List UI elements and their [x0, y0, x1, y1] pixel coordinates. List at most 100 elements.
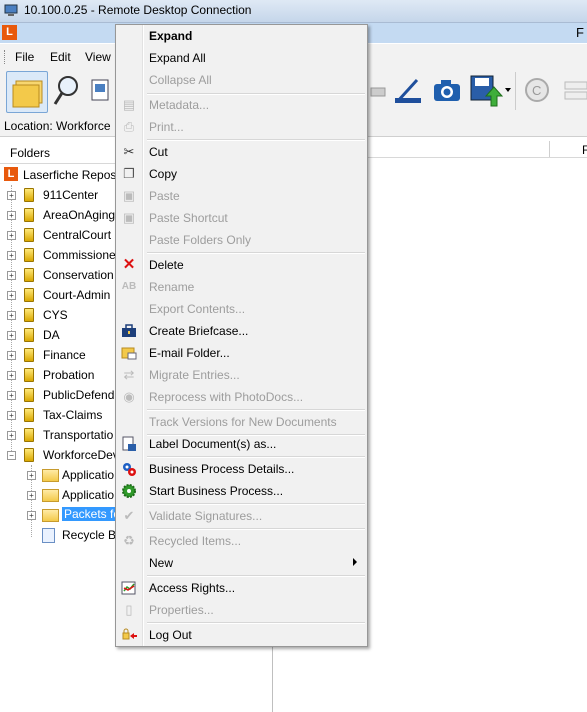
tree-item-transportation[interactable]: + Transportatio [0, 425, 120, 445]
menu-edit[interactable]: Edit [50, 50, 71, 64]
menu-item-label: Paste Shortcut [149, 211, 228, 225]
menu-item-expand[interactable]: Expand [116, 25, 367, 47]
menu-item-cut[interactable]: ✂ Cut [116, 141, 367, 163]
expand-toggle-icon[interactable]: + [7, 251, 16, 260]
tree-item-label: Packets fo [62, 507, 123, 521]
menu-item-paste[interactable]: ▣ Paste [116, 185, 367, 207]
migrate-icon: ⇄ [123, 367, 135, 382]
menu-item-export-contents[interactable]: Export Contents... [116, 298, 367, 320]
tree-item-label: Commissione [43, 248, 116, 262]
menu-item-properties[interactable]: ▯ Properties... [116, 599, 367, 621]
tree-item-finance[interactable]: + Finance [0, 345, 120, 365]
menu-item-reprocess-photodocs[interactable]: ◉ Reprocess with PhotoDocs... [116, 386, 367, 408]
tree-item-911center[interactable]: +911Center [0, 185, 120, 205]
cabinet-icon [24, 268, 34, 282]
import-button[interactable] [469, 74, 504, 108]
menu-item-access-rights[interactable]: Access Rights... [116, 577, 367, 599]
menu-item-create-briefcase[interactable]: Create Briefcase... [116, 320, 367, 342]
expand-toggle-icon[interactable]: + [7, 211, 16, 220]
collapse-toggle-icon[interactable]: − [7, 451, 16, 460]
menu-item-label: Expand All [149, 51, 206, 65]
column-header-fragment[interactable]: F [582, 143, 587, 157]
cabinet-icon [24, 448, 34, 462]
menu-item-metadata[interactable]: ▤ Metadata... [116, 94, 367, 116]
import-dropdown-chevron-icon[interactable] [505, 88, 511, 92]
print-toolbar-button[interactable] [369, 80, 387, 102]
menu-item-paste-shortcut[interactable]: ▣ Paste Shortcut [116, 207, 367, 229]
expand-toggle-icon[interactable]: + [27, 471, 36, 480]
cabinet-icon [24, 208, 34, 222]
expand-toggle-icon[interactable]: + [7, 431, 16, 440]
tree-child-folder[interactable]: + Applicatio [0, 465, 120, 485]
tree-item-conservation[interactable]: + Conservation [0, 265, 120, 285]
tree-item-workforcedev[interactable]: − WorkforceDev [0, 445, 120, 465]
menu-item-print[interactable]: ⎙ Print... [116, 116, 367, 138]
tree-child-folder[interactable]: + Applicatio [0, 485, 120, 505]
menu-item-label-documents[interactable]: Label Document(s) as... [116, 433, 367, 455]
menu-item-start-business-process[interactable]: Start Business Process... [116, 480, 367, 502]
properties-icon: ▯ [125, 602, 133, 617]
check-out-button[interactable]: C [523, 76, 553, 106]
column-separator[interactable] [549, 141, 550, 157]
search-button[interactable] [52, 74, 82, 108]
menu-item-new[interactable]: New [116, 552, 367, 574]
menu-file[interactable]: File [15, 50, 34, 64]
expand-toggle-icon[interactable]: + [27, 491, 36, 500]
menu-item-expand-all[interactable]: Expand All [116, 47, 367, 69]
photodocs-button[interactable] [432, 78, 462, 104]
printer-icon: ⎙ [123, 119, 135, 134]
expand-toggle-icon[interactable]: + [7, 351, 16, 360]
menu-item-label: Validate Signatures... [149, 509, 263, 523]
cabinet-icon [24, 188, 34, 202]
menu-item-validate-signatures[interactable]: ✔ Validate Signatures... [116, 505, 367, 527]
folder-icon [42, 489, 59, 502]
tree-item-centralcourt[interactable]: + CentralCourt [0, 225, 120, 245]
tree-item-cys[interactable]: + CYS [0, 305, 120, 325]
access-rights-icon [121, 580, 137, 596]
tree-item-publicdefend[interactable]: + PublicDefend [0, 385, 120, 405]
app-title-fragment: F [576, 25, 584, 40]
menu-item-log-out[interactable]: Log Out [116, 624, 367, 646]
recycle-icon: ♻ [123, 533, 135, 548]
expand-toggle-icon[interactable]: + [7, 271, 16, 280]
expand-toggle-icon[interactable]: + [7, 291, 16, 300]
tree-item-tax-claims[interactable]: + Tax-Claims [0, 405, 120, 425]
paste-shortcut-icon: ▣ [122, 210, 136, 225]
tree-root[interactable]: L Laserfiche Reposi [0, 165, 120, 185]
expand-toggle-icon[interactable]: + [7, 191, 16, 200]
menu-item-collapse-all[interactable]: Collapse All [116, 69, 367, 91]
menu-item-email-folder[interactable]: E-mail Folder... [116, 342, 367, 364]
scan-button[interactable] [393, 76, 423, 106]
menu-item-copy[interactable]: ❐ Copy [116, 163, 367, 185]
tree-item-da[interactable]: + DA [0, 325, 120, 345]
browse-folders-button[interactable] [6, 71, 48, 113]
expand-toggle-icon[interactable]: + [7, 231, 16, 240]
document-view-button[interactable] [90, 78, 112, 104]
tree-item-court-admin[interactable]: + Court-Admin [0, 285, 120, 305]
tree-item-commissione[interactable]: + Commissione [0, 245, 120, 265]
menu-item-label: Delete [149, 258, 184, 272]
tree-child-folder-selected[interactable]: + Packets fo [0, 505, 123, 525]
tree-item-label: AreaOnAging [43, 208, 116, 222]
tree-item-probation[interactable]: + Probation [0, 365, 120, 385]
menu-item-rename[interactable]: AB Rename [116, 276, 367, 298]
location-value[interactable]: Workforce [56, 119, 110, 133]
menu-item-delete[interactable]: ✕ Delete [116, 254, 367, 276]
menu-item-recycled-items[interactable]: ♻ Recycled Items... [116, 530, 367, 552]
menu-item-paste-folders-only[interactable]: Paste Folders Only [116, 229, 367, 251]
check-out-icon: C [525, 78, 549, 102]
expand-toggle-icon[interactable]: + [7, 371, 16, 380]
expand-toggle-icon[interactable]: + [7, 411, 16, 420]
menu-view[interactable]: View [85, 50, 111, 64]
tree-child-recycle-bin[interactable]: Recycle Bi [0, 525, 120, 545]
expand-toggle-icon[interactable]: + [7, 331, 16, 340]
expand-toggle-icon[interactable]: + [27, 511, 36, 520]
menu-item-migrate-entries[interactable]: ⇄ Migrate Entries... [116, 364, 367, 386]
menu-item-track-versions[interactable]: Track Versions for New Documents [116, 411, 367, 433]
expand-toggle-icon[interactable]: + [7, 391, 16, 400]
more-toolbar-button[interactable] [563, 80, 587, 102]
menu-item-label: Expand [149, 29, 193, 43]
menu-item-business-process-details[interactable]: Business Process Details... [116, 458, 367, 480]
tree-item-areaonaging[interactable]: + AreaOnAging [0, 205, 120, 225]
expand-toggle-icon[interactable]: + [7, 311, 16, 320]
